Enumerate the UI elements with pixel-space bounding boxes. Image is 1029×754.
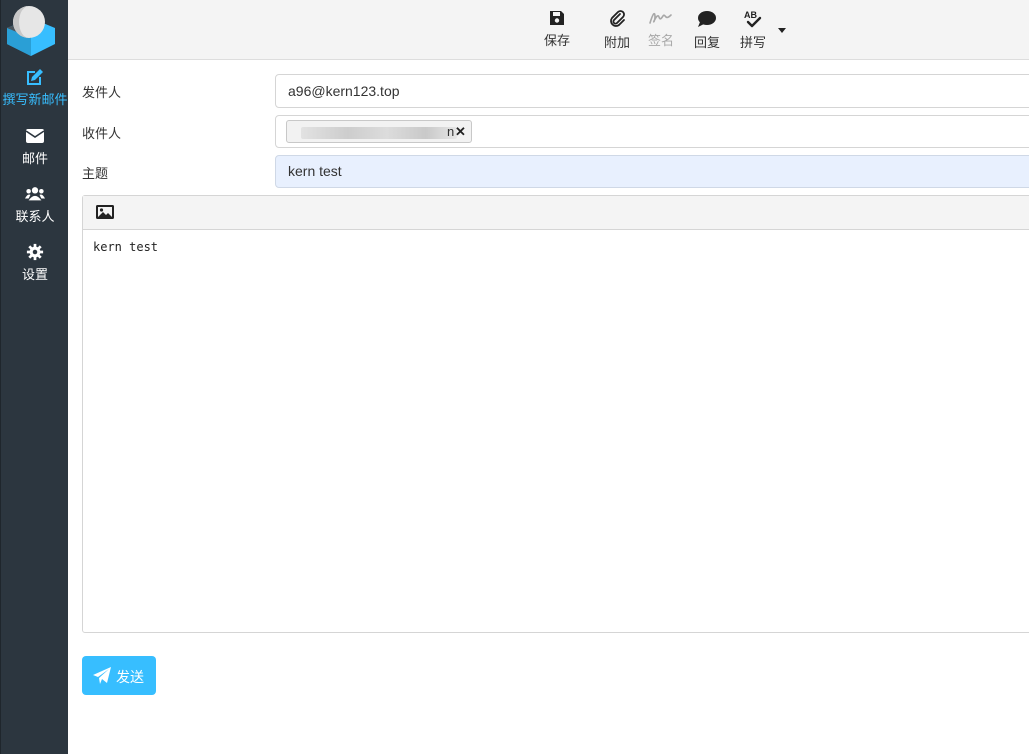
sidebar-item-label: 设置	[21, 267, 48, 282]
envelope-icon	[25, 129, 45, 143]
subject-label: 主题	[82, 166, 109, 181]
gear-icon	[26, 243, 44, 261]
sidebar: 撰写新邮件 邮件 联系人 设置	[0, 0, 68, 754]
recipient-text: n	[447, 124, 455, 139]
paper-plane-icon	[93, 667, 111, 684]
sidebar-item-mail[interactable]: 邮件	[1, 127, 69, 167]
paperclip-icon	[610, 10, 625, 27]
logo-icon	[7, 6, 55, 56]
recipient-token[interactable]: n ✕	[286, 120, 472, 143]
spellcheck-label: 拼写	[740, 35, 767, 50]
subject-field[interactable]: kern test	[275, 155, 1029, 188]
reply-button[interactable]: 回复	[694, 10, 720, 51]
attach-label: 附加	[604, 35, 631, 50]
save-label: 保存	[544, 33, 571, 48]
compose-toolbar: 保存 附加 签名 回复 AB 拼写	[68, 0, 1029, 60]
from-field[interactable]: a96@kern123.top	[275, 74, 1029, 108]
attach-button[interactable]: 附加	[604, 10, 630, 51]
save-button[interactable]: 保存	[544, 10, 570, 49]
sidebar-item-contacts[interactable]: 联系人	[1, 185, 69, 225]
signature-icon	[649, 12, 672, 24]
from-label: 发件人	[82, 85, 122, 100]
save-icon	[550, 11, 564, 25]
to-field[interactable]: n ✕	[275, 115, 1029, 148]
signature-button[interactable]: 签名	[648, 10, 674, 49]
sidebar-item-label: 联系人	[15, 209, 55, 224]
caret-down-icon[interactable]	[777, 26, 787, 34]
send-label: 发送	[116, 669, 144, 685]
sidebar-item-settings[interactable]: 设置	[1, 243, 69, 283]
signature-label: 签名	[648, 33, 675, 48]
spellcheck-button[interactable]: AB 拼写	[740, 10, 766, 51]
message-editor[interactable]: kern test	[82, 195, 1029, 633]
send-button[interactable]: 发送	[82, 656, 156, 695]
sidebar-item-label: 邮件	[21, 151, 48, 166]
to-label: 收件人	[82, 126, 122, 141]
speech-bubble-icon	[698, 11, 716, 27]
spellcheck-icon: AB	[744, 10, 762, 28]
recipient-address-blurred	[301, 127, 457, 139]
svg-text:AB: AB	[744, 10, 757, 20]
image-icon[interactable]	[95, 204, 115, 220]
users-icon	[25, 187, 45, 201]
compose-window: 撰写新邮件 邮件 联系人 设置 保存 附加 签名 回复 AB 拼写 发件人 a9…	[0, 0, 1029, 754]
editor-toolbar	[83, 196, 1029, 230]
remove-recipient-icon[interactable]: ✕	[455, 124, 466, 140]
message-body[interactable]: kern test	[93, 240, 158, 254]
reply-label: 回复	[694, 35, 721, 50]
edit-icon	[27, 69, 43, 85]
sidebar-item-compose[interactable]: 撰写新邮件	[1, 68, 69, 108]
sidebar-item-label: 撰写新邮件	[2, 92, 68, 107]
